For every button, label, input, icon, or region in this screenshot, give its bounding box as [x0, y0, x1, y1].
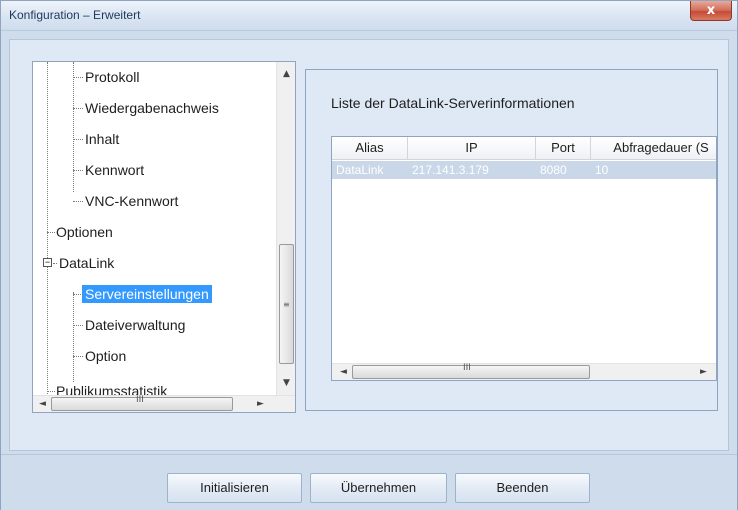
close-button[interactable]: x — [690, 1, 732, 21]
column-header-alias[interactable]: Alias — [332, 137, 408, 160]
cell-ip: 217.141.3.179 — [412, 163, 489, 177]
server-list-horizontal-scrollbar[interactable]: ◄ III ► — [332, 363, 716, 380]
tree-item-label: Option — [85, 348, 127, 364]
server-list-scroll-thumb[interactable]: III — [352, 363, 590, 379]
tree-item-optionen[interactable]: Optionen — [47, 221, 113, 243]
tree-item-label: DataLink — [59, 255, 115, 271]
tree-item-label: Inhalt — [85, 131, 120, 147]
tree-item-vnc-kennwort[interactable]: VNC-Kennwort — [73, 190, 178, 212]
tree-connector — [73, 356, 83, 357]
tree-connector — [47, 391, 55, 392]
scroll-up-icon[interactable]: ▲ — [277, 66, 295, 83]
grip-icon: III — [136, 395, 144, 405]
tree-item-wiedergabenachweis[interactable]: Wiedergabenachweis — [73, 97, 219, 119]
settings-tree[interactable]: Protokoll Wiedergabenachweis Inhalt Kenn… — [32, 61, 296, 413]
tree-line — [73, 292, 74, 382]
grip-icon: ≡ — [283, 300, 290, 309]
close-icon: x — [706, 3, 716, 18]
button-bar: Initialisieren Übernehmen Beenden — [1, 454, 737, 510]
tree-horizontal-scroll-thumb[interactable]: III — [51, 395, 233, 411]
initialize-button[interactable]: Initialisieren — [167, 473, 302, 503]
tree-item-option[interactable]: Option — [73, 345, 126, 367]
scroll-left-icon[interactable]: ◄ — [334, 364, 353, 380]
exit-button[interactable]: Beenden — [455, 473, 590, 503]
tree-item-inhalt[interactable]: Inhalt — [73, 128, 119, 150]
scroll-down-icon[interactable]: ▼ — [277, 375, 295, 392]
content-area: Protokoll Wiedergabenachweis Inhalt Kenn… — [9, 39, 729, 451]
tree-connector — [53, 263, 57, 264]
tree-item-dateiverwaltung[interactable]: Dateiverwaltung — [73, 314, 185, 336]
scroll-right-icon[interactable]: ► — [251, 396, 270, 412]
table-row[interactable]: DataLink 217.141.3.179 8080 10 — [332, 161, 716, 179]
tree-connector — [73, 170, 83, 171]
apply-button[interactable]: Übernehmen — [310, 473, 447, 503]
tree-vertical-scroll-thumb[interactable]: ≡ — [279, 244, 294, 364]
collapse-icon[interactable]: − — [43, 258, 52, 267]
tree-connector — [47, 232, 55, 233]
tree-connector — [73, 77, 83, 78]
scroll-right-icon[interactable]: ► — [694, 364, 713, 380]
server-list[interactable]: Alias IP Port Abfragedauer (S DataLink 2… — [331, 136, 717, 381]
tree-vertical-scrollbar[interactable]: ▲ ≡ ▼ — [276, 62, 295, 396]
tree-item-label: Kennwort — [85, 162, 145, 178]
tree-item-label: Servereinstellungen — [82, 285, 212, 303]
cell-duration: 10 — [595, 163, 609, 177]
server-list-header: Alias IP Port Abfragedauer (S — [332, 137, 716, 160]
tree-rows: Protokoll Wiedergabenachweis Inhalt Kenn… — [33, 62, 277, 396]
window-title: Konfiguration – Erweitert — [9, 8, 141, 22]
tree-item-label: VNC-Kennwort — [85, 193, 179, 209]
column-header-abfragedauer[interactable]: Abfragedauer (S — [591, 137, 716, 160]
tree-item-label: Optionen — [56, 224, 113, 240]
tree-item-label: Wiedergabenachweis — [85, 100, 219, 116]
tree-item-label: Dateiverwaltung — [85, 317, 186, 333]
tree-connector — [73, 294, 83, 295]
grip-icon: III — [463, 363, 471, 373]
tree-item-protokoll[interactable]: Protokoll — [73, 66, 139, 88]
tree-connector — [73, 108, 83, 109]
tree-connector — [73, 201, 83, 202]
tree-item-servereinstellungen[interactable]: Servereinstellungen — [73, 283, 212, 305]
cell-port: 8080 — [540, 163, 567, 177]
tree-connector — [73, 139, 83, 140]
tree-horizontal-scrollbar[interactable]: ◄ III ► — [33, 395, 295, 412]
tree-item-label: Protokoll — [85, 69, 140, 85]
column-header-ip[interactable]: IP — [408, 137, 536, 160]
server-settings-panel: Liste der DataLink-Serverinformationen A… — [305, 69, 718, 411]
configuration-dialog: Konfiguration – Erweitert x Protokoll Wi… — [0, 0, 738, 510]
tree-item-publikumsstatistik[interactable]: Publikumsstatistik — [47, 380, 167, 396]
tree-item-datalink[interactable]: − DataLink — [43, 252, 114, 274]
column-header-port[interactable]: Port — [536, 137, 591, 160]
server-list-title: Liste der DataLink-Serverinformationen — [331, 95, 575, 111]
cell-alias: DataLink — [336, 163, 384, 177]
scroll-left-icon[interactable]: ◄ — [33, 396, 52, 412]
tree-connector — [73, 325, 83, 326]
title-bar: Konfiguration – Erweitert x — [1, 1, 737, 31]
tree-item-kennwort[interactable]: Kennwort — [73, 159, 144, 181]
